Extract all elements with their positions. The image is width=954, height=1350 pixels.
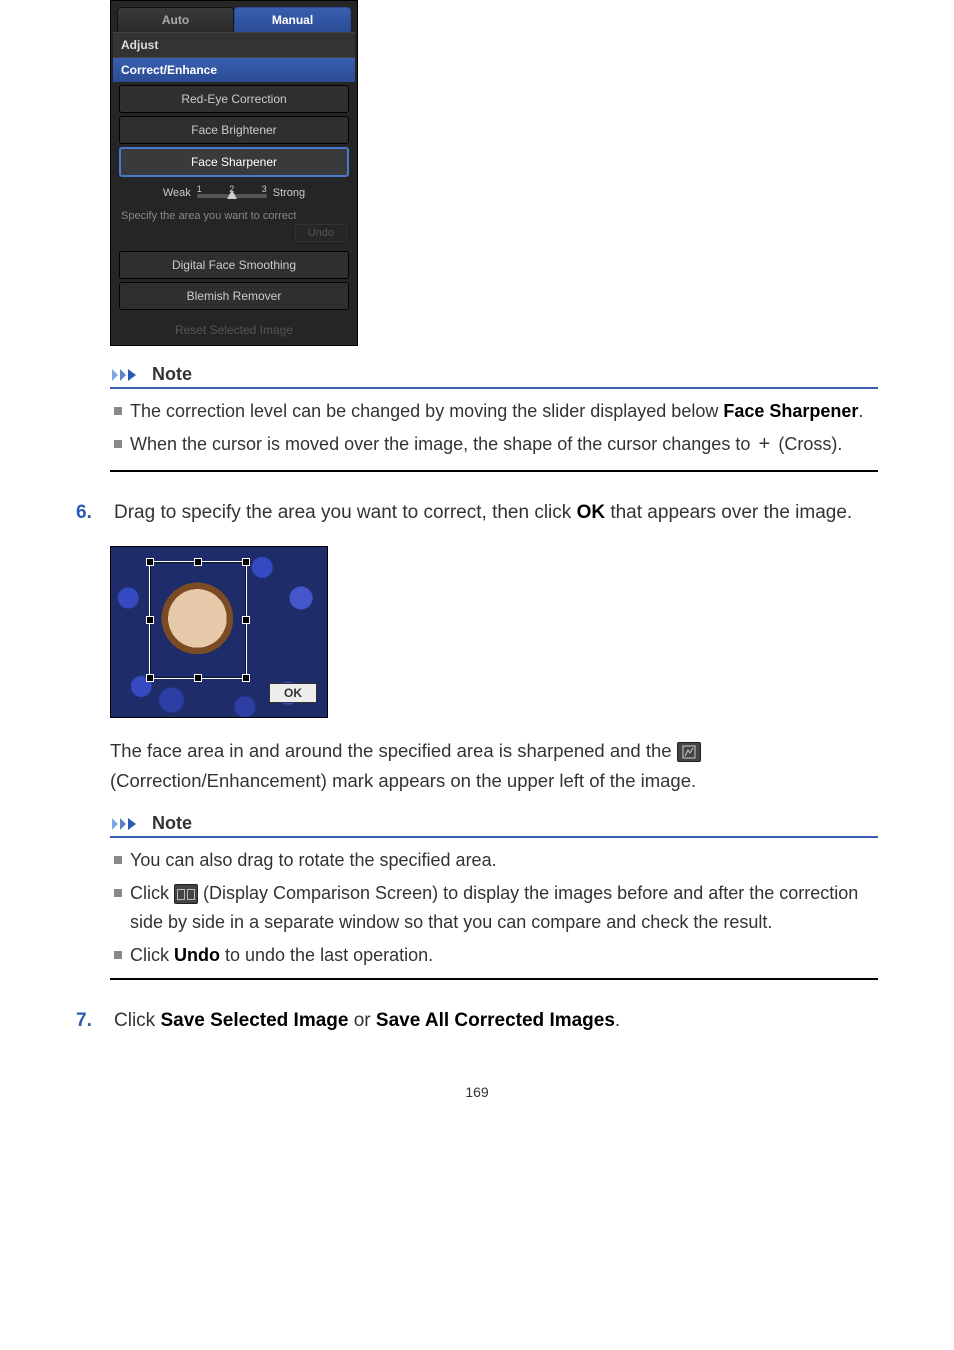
note-label: Note <box>152 813 192 834</box>
note2-item2: Click (Display Comparison Screen) to dis… <box>114 879 878 937</box>
step-number: 6. <box>76 498 104 528</box>
reset-selected-image-button[interactable]: Reset Selected Image <box>113 313 355 343</box>
subtab-adjust[interactable]: Adjust <box>113 32 355 57</box>
note1-item1: The correction level can be changed by m… <box>114 397 878 426</box>
step-7-text: Click Save Selected Image or Save All Co… <box>114 1006 620 1036</box>
step-6-text: Drag to specify the area you want to cor… <box>114 498 852 528</box>
option-face-sharpener[interactable]: Face Sharpener <box>119 147 349 177</box>
note-label: Note <box>152 364 192 385</box>
step-7: 7. Click Save Selected Image or Save All… <box>76 1006 878 1036</box>
undo-button[interactable]: Undo <box>295 224 347 242</box>
display-comparison-icon <box>174 884 198 904</box>
ok-button[interactable]: OK <box>269 683 317 703</box>
step-number: 7. <box>76 1006 104 1036</box>
correct-enhance-panel: Auto Manual Adjust Correct/Enhance Red-E… <box>110 0 358 346</box>
tab-manual[interactable]: Manual <box>234 7 351 32</box>
note-arrows-icon <box>110 815 146 833</box>
note-box-2: Note You can also drag to rotate the spe… <box>110 813 878 979</box>
panel-hint: Specify the area you want to correct <box>113 206 355 224</box>
slider-weak-label: Weak <box>163 187 191 199</box>
tab-auto[interactable]: Auto <box>117 7 234 32</box>
sharpener-slider[interactable]: Weak 1 2 3 Strong <box>113 180 355 206</box>
step-6: 6. Drag to specify the area you want to … <box>76 498 878 528</box>
note1-item2: When the cursor is moved over the image,… <box>114 430 878 462</box>
option-face-brightener[interactable]: Face Brightener <box>119 116 349 144</box>
subtab-correct-enhance[interactable]: Correct/Enhance <box>113 57 355 82</box>
note2-item3: Click Undo to undo the last operation. <box>114 941 878 970</box>
option-digital-face-smoothing[interactable]: Digital Face Smoothing <box>119 251 349 279</box>
slider-strong-label: Strong <box>273 187 305 199</box>
after-photo-text: The face area in and around the specifie… <box>110 736 878 795</box>
example-photo: OK <box>110 546 328 718</box>
note2-item1: You can also drag to rotate the specifie… <box>114 846 878 875</box>
note-arrows-icon <box>110 366 146 384</box>
selection-rectangle[interactable] <box>149 561 247 679</box>
option-blemish-remover[interactable]: Blemish Remover <box>119 282 349 310</box>
option-red-eye-correction[interactable]: Red-Eye Correction <box>119 85 349 113</box>
cross-cursor-icon: + <box>755 430 773 462</box>
slider-thumb[interactable] <box>227 190 237 199</box>
page-number: 169 <box>0 1084 954 1100</box>
note-box-1: Note The correction level can be changed… <box>110 364 878 472</box>
correction-mark-icon <box>677 742 701 762</box>
